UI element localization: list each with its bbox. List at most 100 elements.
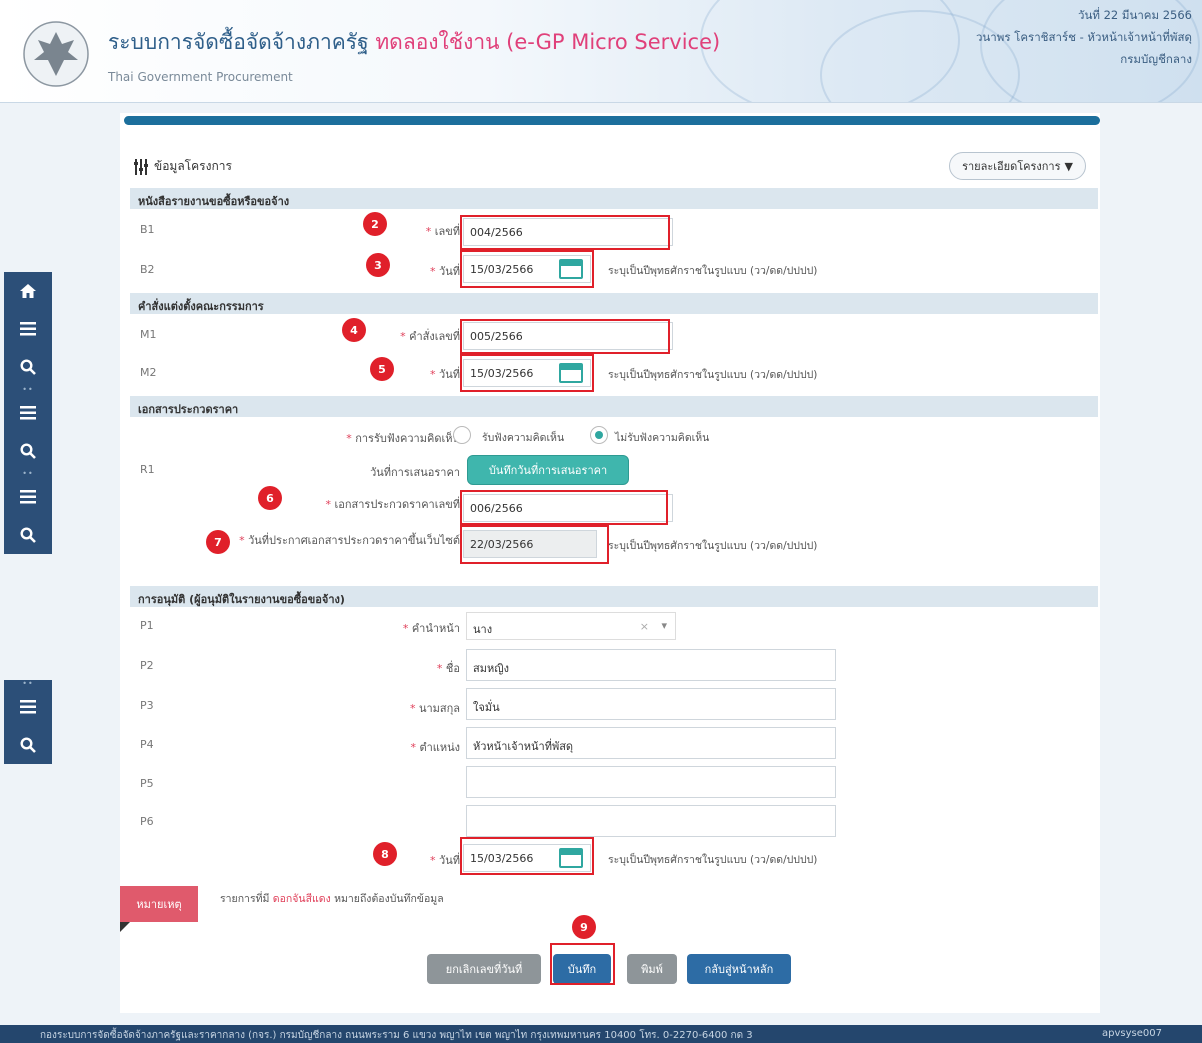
step-badge-3: 3 — [366, 253, 390, 277]
divider-dots: •• — [22, 469, 34, 478]
announce-date-input[interactable]: 22/03/2566 — [463, 530, 597, 558]
save-button[interactable]: บันทึก — [553, 954, 611, 984]
step-badge-6: 6 — [258, 486, 282, 510]
b2-label: * วันที่ — [430, 265, 460, 278]
search-icon — [20, 527, 36, 543]
menu-icon — [20, 700, 36, 714]
radio-accept-comment[interactable] — [453, 426, 471, 444]
main-panel: ข้อมูลโครงการ รายละเอียดโครงการ ▼ หนังสื… — [120, 113, 1100, 1013]
menu-icon — [20, 490, 36, 504]
chevron-down-icon: ▾ — [661, 619, 667, 632]
field-code-m1: M1 — [140, 328, 157, 341]
section-heading-r: เอกสารประกวดราคา — [130, 396, 1098, 417]
calendar-icon[interactable] — [559, 259, 583, 279]
cancel-number-date-button[interactable]: ยกเลิกเลขที่วันที่ — [427, 954, 541, 984]
menu-button-2[interactable] — [4, 394, 52, 432]
field-code-p1: P1 — [140, 619, 154, 632]
save-bid-date-button[interactable]: บันทึกวันที่การเสนอราคา — [467, 455, 629, 485]
m2-date-hint: ระบุเป็นปีพุทธศักราชในรูปแบบ (วว/ดด/ปปปป… — [608, 369, 818, 381]
m1-order-number-input[interactable]: 005/2566 — [463, 322, 673, 350]
m2-label: * วันที่ — [430, 368, 460, 381]
search-button-3[interactable] — [4, 516, 52, 554]
clear-icon: × — [639, 620, 649, 633]
doc-no-label: * เอกสารประกวดราคาเลขที่ — [325, 498, 461, 511]
note-tag-tail — [120, 922, 130, 932]
progress-bar — [124, 116, 1100, 125]
department-name: กรมบัญชีกลาง — [1120, 52, 1192, 66]
calendar-icon[interactable] — [559, 848, 583, 868]
search-button-2[interactable] — [4, 432, 52, 470]
section-heading-b: หนังสือรายงานขอซื้อหรือขอจ้าง — [130, 188, 1098, 209]
user-name: วนาพร โคราชิสาร์ช - หัวหน้าเจ้าหน้าที่พั… — [975, 30, 1192, 44]
page-footer: กองระบบการจัดซื้อจัดจ้างภาครัฐและราคากลา… — [0, 1025, 1202, 1043]
search-icon — [20, 443, 36, 459]
comment-label: * การรับฟังความคิดเห็น — [346, 432, 460, 445]
field-code-r1: R1 — [140, 463, 155, 476]
home-button[interactable] — [4, 272, 52, 310]
last-name-input[interactable]: ใจมั่น — [466, 688, 836, 720]
step-badge-5: 5 — [370, 357, 394, 381]
m1-label: * คำสั่งเลขที่ — [400, 330, 460, 343]
step-badge-8: 8 — [373, 842, 397, 866]
step-badge-4: 4 — [342, 318, 366, 342]
b1-number-input[interactable]: 004/2566 — [463, 218, 673, 246]
home-icon — [20, 284, 36, 298]
p4-label: * ตำแหน่ง — [410, 741, 460, 754]
menu-button-4[interactable] — [4, 688, 52, 726]
current-date: วันที่ 22 มีนาคม 2566 — [1078, 8, 1192, 22]
caret-down-icon: ▼ — [1064, 159, 1073, 173]
search-icon — [20, 359, 36, 375]
position-input[interactable]: หัวหน้าเจ้าหน้าที่พัสดุ — [466, 727, 836, 759]
back-to-main-button[interactable]: กลับสู่หน้าหลัก — [687, 954, 791, 984]
app-title: ระบบการจัดซื้อจัดจ้างภาครัฐ ทดลองใช้งาน … — [108, 30, 721, 54]
field-code-p2: P2 — [140, 659, 154, 672]
step-badge-7: 7 — [206, 530, 230, 554]
divider-dots: •• — [22, 679, 34, 688]
p6-input[interactable] — [466, 805, 836, 837]
user-info: วันที่ 22 มีนาคม 2566 วนาพร โคราชิสาร์ช … — [976, 4, 1192, 70]
approval-date-hint: ระบุเป็นปีพุทธศักราชในรูปแบบ (วว/ดด/ปปปป… — [608, 854, 818, 866]
radio-accept-label: รับฟังความคิดเห็น — [482, 432, 565, 444]
project-row: ข้อมูลโครงการ รายละเอียดโครงการ ▼ — [134, 149, 1096, 183]
app-header: ระบบการจัดซื้อจัดจ้างภาครัฐ ทดลองใช้งาน … — [0, 0, 1202, 103]
radio-reject-comment[interactable] — [590, 426, 608, 444]
sliders-icon — [134, 158, 148, 175]
b1-label: * เลขที่ — [425, 225, 460, 238]
search-button[interactable] — [4, 348, 52, 386]
p1-label: * คำนำหน้า — [402, 622, 460, 635]
section-heading-p: การอนุมัติ (ผู้อนุมัติในรายงานขอซื้อขอจ้… — [130, 586, 1098, 607]
menu-icon — [20, 406, 36, 420]
menu-button-3[interactable] — [4, 478, 52, 516]
field-code-m2: M2 — [140, 366, 157, 379]
b2-date-hint: ระบุเป็นปีพุทธศักราชในรูปแบบ (วว/ดด/ปปปป… — [608, 265, 818, 277]
first-name-input[interactable]: สมหญิง — [466, 649, 836, 681]
garuda-logo-icon — [22, 20, 90, 88]
note-tag: หมายเหตุ — [120, 886, 198, 922]
menu-button[interactable] — [4, 310, 52, 348]
note-text: รายการที่มี ดอกจันสีแดง หมายถึงต้องบันทึ… — [220, 893, 444, 905]
doc-number-input[interactable]: 006/2566 — [463, 494, 673, 522]
title-prefix-select[interactable]: นาง × ▾ — [466, 612, 676, 640]
announce-date-hint: ระบุเป็นปีพุทธศักราชในรูปแบบ (วว/ดด/ปปปป… — [608, 540, 818, 552]
field-code-p3: P3 — [140, 699, 154, 712]
field-code-b2: B2 — [140, 263, 155, 276]
field-code-p6: P6 — [140, 815, 154, 828]
approval-date-label: * วันที่ — [430, 854, 460, 867]
search-button-4[interactable] — [4, 726, 52, 764]
print-button[interactable]: พิมพ์ — [627, 954, 677, 984]
calendar-icon[interactable] — [559, 363, 583, 383]
announce-label: * วันที่ประกาศเอกสารประกวดราคาขึ้นเว็บไซ… — [239, 534, 460, 547]
field-code-p5: P5 — [140, 777, 154, 790]
footer-text: กองระบบการจัดซื้อจัดจ้างภาครัฐและราคากลา… — [40, 1030, 753, 1041]
trial-mode-label: ทดลองใช้งาน (e-GP Micro Service) — [375, 30, 721, 54]
field-code-p4: P4 — [140, 738, 154, 751]
step-badge-2: 2 — [363, 212, 387, 236]
section-heading-m: คำสั่งแต่งตั้งคณะกรรมการ — [130, 293, 1098, 314]
project-detail-button[interactable]: รายละเอียดโครงการ ▼ — [949, 152, 1086, 180]
menu-icon — [20, 322, 36, 336]
r1-label: วันที่การเสนอราคา — [370, 466, 460, 479]
divider-dots: •• — [22, 385, 34, 394]
footer-code: apvsyse007 — [1102, 1028, 1162, 1039]
p5-input[interactable] — [466, 766, 836, 798]
project-title: ข้อมูลโครงการ — [134, 157, 232, 176]
